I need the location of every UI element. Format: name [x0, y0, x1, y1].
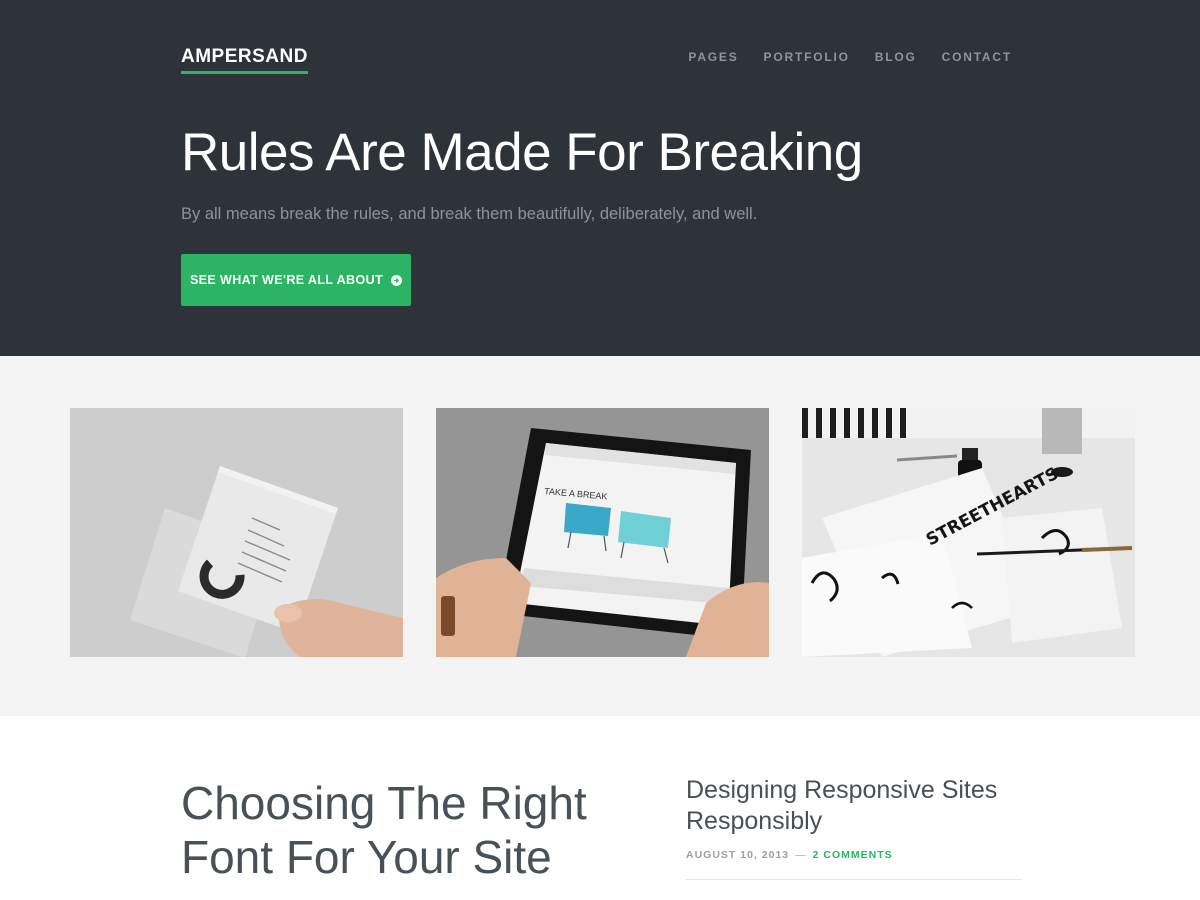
nav-item-portfolio[interactable]: PORTFOLIO	[764, 50, 850, 64]
tablet-website-photo: TAKE A BREAK	[436, 408, 769, 657]
arrow-circle-right-icon	[391, 274, 403, 286]
post-date: AUGUST 10, 2013	[686, 849, 790, 861]
main-nav: PAGES PORTFOLIO BLOG CONTACT	[688, 50, 1012, 64]
portfolio-item-calligraphy[interactable]: STREETHEARTS	[802, 408, 1135, 657]
secondary-post-title[interactable]: Designing Responsive Sites Responsibly	[686, 775, 1026, 837]
post-meta: AUGUST 10, 2013 — 2 COMMENTS	[686, 849, 893, 861]
cta-button-label: SEE WHAT WE'RE ALL ABOUT	[189, 273, 384, 287]
posts-section: Choosing The Right Font For Your Site De…	[0, 716, 1200, 900]
business-cards-photo	[70, 408, 403, 657]
post-comments-link[interactable]: 2 COMMENTS	[813, 849, 893, 861]
post-divider	[686, 879, 1022, 880]
post-meta-separator: —	[795, 849, 807, 861]
featured-post-title[interactable]: Choosing The Right Font For Your Site	[181, 776, 621, 884]
portfolio-section: TAKE A BREAK STREETHEARTS	[0, 356, 1200, 716]
nav-item-blog[interactable]: BLOG	[875, 50, 917, 64]
cta-button[interactable]: SEE WHAT WE'RE ALL ABOUT	[181, 254, 411, 306]
hero-section: AMPERSAND PAGES PORTFOLIO BLOG CONTACT R…	[0, 0, 1200, 356]
portfolio-item-tablet-website[interactable]: TAKE A BREAK	[436, 408, 769, 657]
site-logo[interactable]: AMPERSAND	[181, 46, 308, 74]
nav-item-contact[interactable]: CONTACT	[942, 50, 1012, 64]
calligraphy-ink-photo: STREETHEARTS	[802, 408, 1135, 657]
nav-item-pages[interactable]: PAGES	[688, 50, 738, 64]
hero-subtitle: By all means break the rules, and break …	[181, 205, 758, 223]
hero-title: Rules Are Made For Breaking	[181, 123, 863, 182]
portfolio-item-business-cards[interactable]	[70, 408, 403, 657]
